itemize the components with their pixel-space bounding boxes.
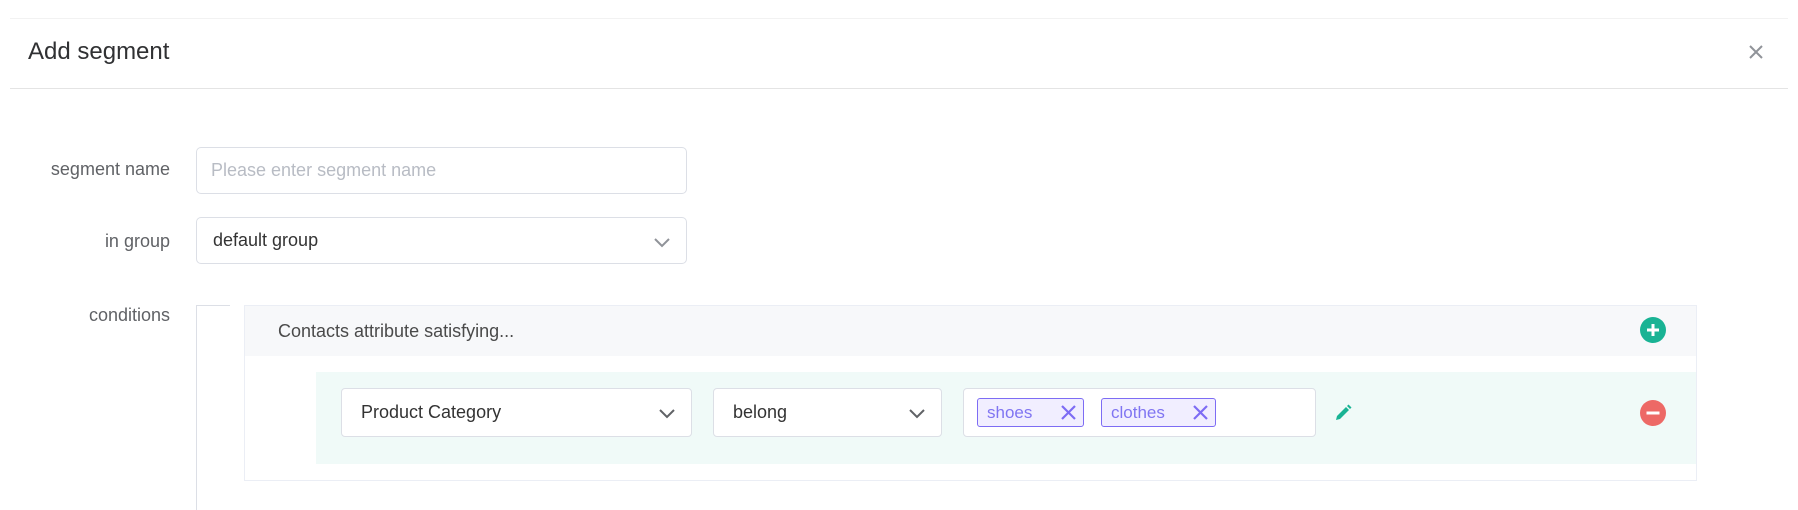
group-select[interactable]: default group (196, 217, 687, 264)
plus-circle-icon[interactable] (1640, 317, 1666, 343)
value-tag: shoes (977, 398, 1084, 427)
group-label: in group (104, 231, 170, 251)
segment-name-input[interactable] (197, 148, 686, 193)
dialog-header: Add segment (10, 18, 1788, 89)
value-tag: clothes (1101, 398, 1216, 427)
group-select-value: default group (213, 230, 319, 250)
chevron-down-icon (652, 232, 672, 252)
condition-group-header: Contacts attribute satisfying... (245, 306, 1696, 356)
dialog-title: Add segment (28, 38, 170, 65)
attribute-select[interactable]: Product Category (341, 388, 692, 437)
add-segment-dialog: Add segment segment name in group defaul… (0, 0, 1798, 510)
conditions-label: conditions (88, 305, 170, 325)
condition-group: Contacts attribute satisfying... Product… (244, 305, 1697, 481)
segment-name-label: segment name (50, 159, 170, 179)
chevron-down-icon (657, 403, 677, 423)
value-tag-label: clothes (1111, 403, 1165, 422)
close-icon[interactable] (1744, 40, 1768, 64)
operator-select[interactable]: belong (713, 388, 942, 437)
operator-select-value: belong (733, 402, 788, 422)
chevron-down-icon (907, 403, 927, 423)
minus-circle-icon[interactable] (1640, 400, 1666, 426)
condition-group-title: Contacts attribute satisfying... (278, 321, 515, 341)
close-icon[interactable] (1060, 404, 1077, 421)
conditions-bracket (196, 305, 230, 510)
condition-rule-row: Product Category belong shoes clothes (316, 372, 1696, 464)
value-tag-label: shoes (987, 403, 1033, 422)
close-icon[interactable] (1192, 404, 1209, 421)
value-tag-input[interactable]: shoes clothes (963, 388, 1316, 437)
attribute-select-value: Product Category (361, 402, 502, 422)
segment-name-field[interactable] (196, 147, 687, 194)
pencil-icon[interactable] (1332, 402, 1354, 424)
